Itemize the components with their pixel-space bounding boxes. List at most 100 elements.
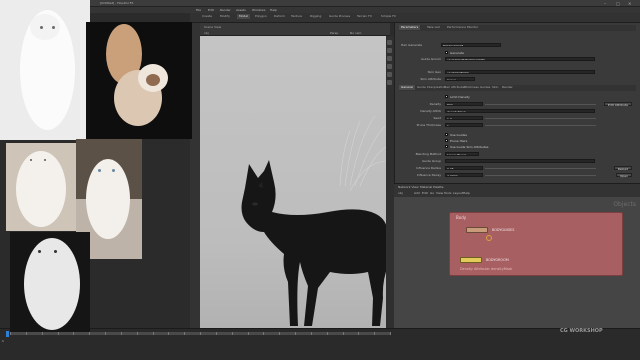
timeline-tick [73, 332, 75, 335]
tab-general[interactable]: General [399, 85, 415, 90]
snap-icon[interactable] [387, 80, 392, 85]
blending-method-menu[interactable]: Linear Blend [445, 152, 479, 156]
shelf-tab-simple-fx[interactable]: Simple FX [379, 14, 398, 19]
menu-assets[interactable]: Assets [236, 8, 246, 12]
net-menu-view[interactable]: View [436, 191, 443, 195]
influence-radius-slider[interactable] [485, 168, 596, 169]
influence-decay-slider[interactable] [485, 175, 596, 176]
node-header: Hair Generate BODYGROOM [399, 43, 636, 48]
edit-attribute-button[interactable]: Edit Attribute [603, 102, 632, 107]
skin-attribute-menu[interactable]: Group [445, 77, 475, 81]
timeline-tick [215, 332, 217, 335]
tab-parameters[interactable]: Parameters [399, 25, 421, 30]
net-menu-layout[interactable]: Layout [453, 191, 463, 195]
shelf-tab-texture[interactable]: Texture [289, 14, 304, 19]
menu-windows[interactable]: Windows [252, 8, 265, 12]
node-name-field[interactable]: BODYGROOM [441, 43, 501, 47]
node-info-text: Density Attribute: densityMask [460, 267, 513, 271]
influence-radius-field[interactable]: 0.05 [445, 166, 483, 170]
display-flag-icon[interactable] [486, 235, 492, 241]
timeline-tick [89, 332, 91, 335]
viewport-tab[interactable]: Scene View [204, 25, 221, 29]
wireframe-icon[interactable] [387, 56, 392, 61]
skin-geo-field[interactable]: obj/SKIN/BODY [445, 70, 595, 74]
shelf-tab-rigging[interactable]: Rigging [308, 14, 323, 19]
param-label: Guide Groom [421, 57, 441, 61]
param-label: Influence Decay [416, 173, 441, 177]
net-menu-tools[interactable]: Tools [444, 191, 451, 195]
current-frame[interactable]: 1 [2, 339, 4, 343]
use-guides-checkbox[interactable] [445, 133, 448, 136]
timeline-tick [184, 332, 186, 335]
prune-thickness-field[interactable]: 1 [445, 123, 483, 127]
use-guide-skin-checkbox[interactable] [445, 145, 448, 148]
limit-density-checkbox[interactable] [445, 95, 448, 98]
timeline-tick [168, 332, 170, 335]
tab-take-list[interactable]: Take List [425, 25, 442, 30]
shading-icon[interactable] [387, 48, 392, 53]
open-button[interactable]: Open [615, 173, 632, 178]
shelf-tab-polygon[interactable]: Polygon [253, 14, 269, 19]
timeline-tick [310, 332, 312, 335]
guide-groom-field[interactable]: obj/GROOM/BODYGUIDES [445, 57, 595, 61]
camera-menu[interactable]: Persp [330, 31, 338, 35]
display-options-icon[interactable] [387, 40, 392, 45]
tab-performance-monitor[interactable]: Performance Monitor [445, 25, 480, 30]
timeline-tick [10, 332, 11, 335]
menu-render[interactable]: Render [220, 8, 231, 12]
generate-checkbox[interactable] [445, 51, 448, 54]
cat-model[interactable] [241, 160, 389, 326]
tab-render[interactable]: Render [500, 85, 515, 90]
seed-slider[interactable] [485, 118, 596, 119]
prune-hairs-checkbox[interactable] [445, 139, 448, 142]
viewport-toolbar [386, 36, 394, 328]
net-menu-go[interactable]: Go [430, 191, 434, 195]
playhead[interactable] [6, 331, 9, 337]
guide-group-field[interactable] [445, 159, 595, 163]
tab-network-view[interactable]: Network View [398, 185, 419, 189]
reload-button[interactable]: Reload [613, 166, 632, 171]
net-menu-edit[interactable]: Edit [422, 191, 428, 195]
network-box-body[interactable]: Body BODYGUIDES BODYGROOM Density Attrib… [449, 212, 623, 276]
hair-guides-faint [339, 115, 389, 192]
reference-photo-cream-cat [86, 22, 192, 139]
density-slider[interactable] [485, 104, 596, 105]
menu-help[interactable]: Help [270, 8, 277, 12]
shelf-tab-modify[interactable]: Modify [218, 14, 232, 19]
node-bodygroom[interactable] [460, 257, 482, 263]
timeline-tick [263, 332, 265, 335]
timeline[interactable]: 1 [0, 328, 640, 360]
density-field[interactable]: 800 [445, 102, 483, 106]
shelf-tab-terrain-fx[interactable]: Terrain FX [355, 14, 374, 19]
menu-edit[interactable]: Edit [208, 8, 214, 12]
timeline-tick [152, 332, 154, 335]
shelf-tab-deform[interactable]: Deform [272, 14, 287, 19]
minimize-icon[interactable]: – [604, 1, 606, 6]
param-label: Guide Group [422, 159, 441, 163]
prune-thickness-slider[interactable] [485, 125, 596, 126]
tab-material-palette[interactable]: Material Palette [420, 185, 444, 189]
menu-file[interactable]: File [196, 8, 201, 12]
influence-decay-field[interactable]: 2.0000 [445, 173, 483, 177]
param-row-influence-radius: Influence Radius 0.05 Reload [399, 166, 636, 171]
shelf-tab-guide-process[interactable]: Guide Process [327, 14, 352, 19]
lighting-icon[interactable] [387, 64, 392, 69]
timeline-tick [390, 332, 391, 335]
net-menu-add[interactable]: Add [414, 191, 420, 195]
viewport-path[interactable]: obj [204, 31, 209, 35]
shelf-tab-create[interactable]: Create [200, 14, 214, 19]
maximize-icon[interactable]: □ [616, 1, 620, 6]
density-attrib-field[interactable]: densityMask [445, 109, 595, 113]
close-icon[interactable]: ✕ [628, 1, 631, 6]
network-path[interactable]: obj [398, 191, 403, 195]
display-menu[interactable]: No cam [350, 31, 361, 35]
seed-field[interactable]: 1.3 [445, 116, 483, 120]
net-menu-help[interactable]: Help [463, 191, 470, 195]
prune-hairs-row: Prune Hairs [399, 139, 636, 144]
viewport[interactable] [200, 36, 389, 328]
shelf-tab-model[interactable]: Model [237, 14, 251, 19]
timeline-bar[interactable] [10, 332, 391, 335]
visibility-icon[interactable] [387, 72, 392, 77]
tab-skin[interactable]: Skin [490, 85, 500, 90]
node-bodyguides[interactable] [466, 227, 488, 233]
